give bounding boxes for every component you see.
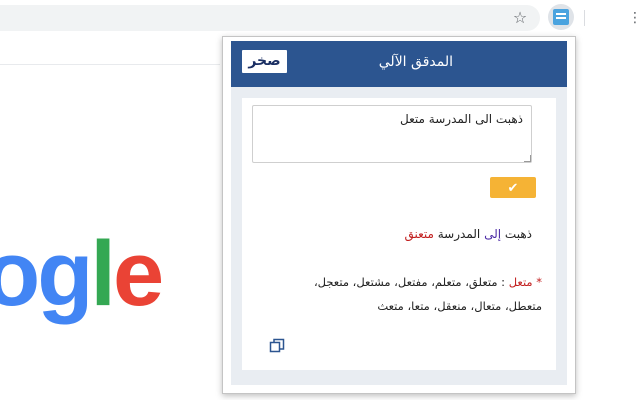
result-word-link[interactable]: إلى: [484, 227, 501, 241]
wrong-word: متعل: [508, 275, 533, 289]
kebab-menu-icon[interactable]: ⋮: [628, 8, 640, 28]
logo-letter-e: e: [112, 223, 164, 325]
checked-result: ذهبت إلى المدرسة متعنق: [404, 227, 532, 241]
suggestions-line-1: * متعل : متعلق، متعلم، مفتعل، مشتعل، متع…: [252, 270, 542, 294]
suggestion-items[interactable]: متعلق، متعلم، مفتعل، مشتعل، متعجل،: [314, 275, 498, 289]
logo-letter-o: o: [0, 223, 40, 325]
asterisk-mark: *: [536, 275, 542, 289]
result-word: ذهبت: [504, 227, 532, 241]
logo-letter-l: l: [90, 223, 116, 325]
copy-icon[interactable]: [269, 338, 285, 353]
address-bar[interactable]: [0, 5, 540, 31]
browser-toolbar: ☆ ⋮: [0, 0, 640, 36]
result-word: المدرسة: [437, 227, 481, 241]
star-icon[interactable]: ☆: [510, 8, 530, 28]
popup-title: المدقق الآلي: [378, 54, 453, 70]
suggestions-list: * متعل : متعلق، متعلم، مفتعل، مشتعل، متع…: [252, 270, 542, 318]
suggestion-items[interactable]: متعطل، متعال، منعقل، متعا، متعث: [377, 299, 542, 313]
page-divider: [0, 64, 220, 65]
extension-popup: صخر المدقق الآلي ذهبت الى المدرسة متعل ✔…: [222, 36, 576, 394]
popup-header: صخر المدقق الآلي: [231, 41, 567, 87]
logo-letter-g: g: [37, 223, 93, 325]
brand-logo: صخر: [242, 50, 287, 73]
toolbar-separator: [584, 10, 585, 26]
suggestions-line-2: متعطل، متعال، منعقل، متعا، متعث: [252, 294, 542, 318]
popup-panel: صخر المدقق الآلي ذهبت الى المدرسة متعل ✔…: [231, 41, 567, 385]
colon: :: [501, 275, 506, 289]
check-button[interactable]: ✔: [490, 177, 536, 198]
popup-content: ذهبت الى المدرسة متعل ✔ ذهبت إلى المدرسة…: [242, 98, 556, 370]
checkmark-icon: ✔: [507, 180, 519, 195]
text-input[interactable]: ذهبت الى المدرسة متعل: [252, 105, 532, 163]
result-error-word[interactable]: متعنق: [404, 227, 433, 241]
google-logo: ogle: [0, 228, 164, 320]
resize-handle[interactable]: [524, 155, 531, 162]
extension-icon[interactable]: [553, 9, 569, 25]
